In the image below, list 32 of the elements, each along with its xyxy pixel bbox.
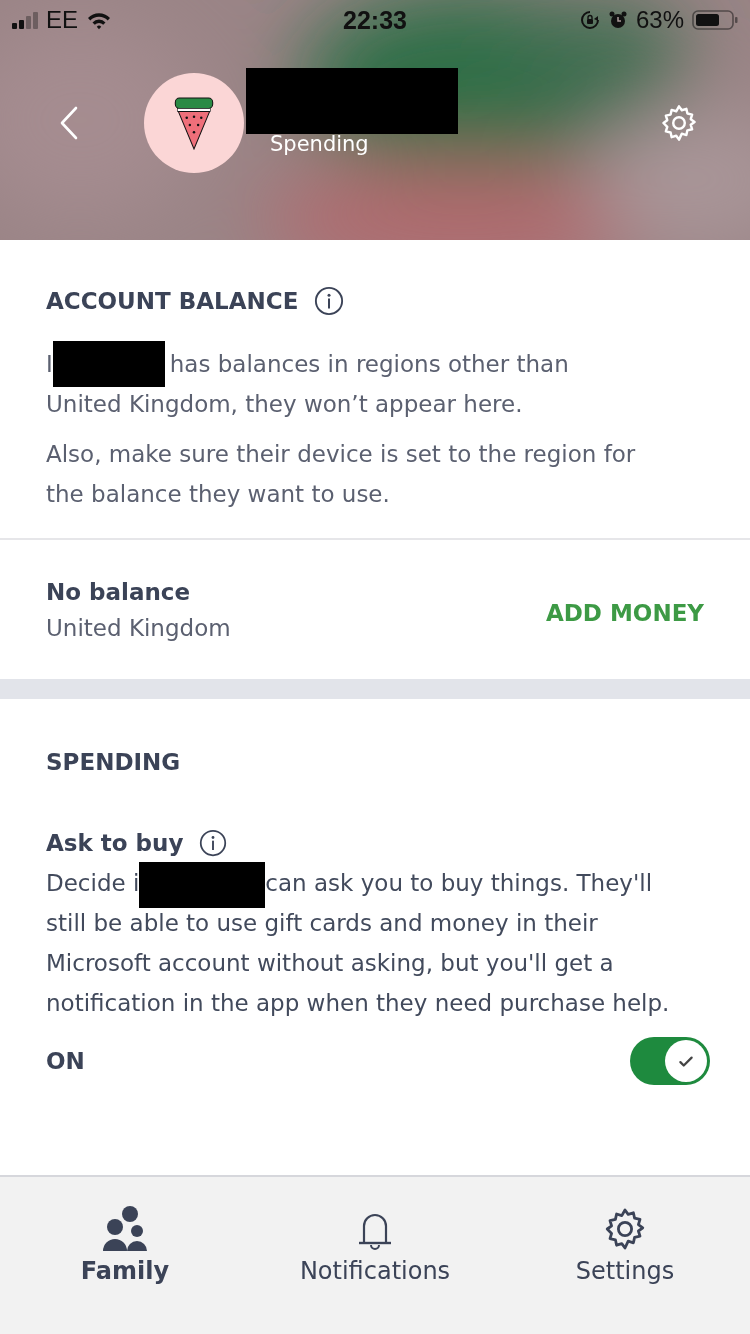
region-label: United Kingdom xyxy=(46,614,231,641)
check-icon xyxy=(677,1053,695,1069)
add-money-button[interactable]: ADD MONEY xyxy=(545,599,704,626)
section-title: SPENDING xyxy=(46,749,182,775)
clock-time: 22:33 xyxy=(343,5,407,35)
info-icon[interactable] xyxy=(314,286,345,316)
tab-item[interactable]: Family xyxy=(0,1205,250,1334)
wifi-icon xyxy=(86,10,112,30)
paragraph-text: I xyxy=(46,350,53,379)
rotation-lock-icon xyxy=(579,10,600,30)
toggle-state-label: ON xyxy=(46,1048,85,1074)
toggle-switch[interactable] xyxy=(630,1037,710,1085)
people-icon xyxy=(101,1205,149,1253)
paragraph-text: has balances in regions other than xyxy=(169,350,569,379)
section-title: ACCOUNT BALANCE xyxy=(46,288,299,314)
balance-label: No balance xyxy=(46,578,192,605)
battery-icon xyxy=(692,10,738,30)
carrier-name: EE xyxy=(46,6,78,34)
info-icon[interactable] xyxy=(199,829,228,857)
battery-percent: 63% xyxy=(635,6,684,34)
paragraph-text: United Kingdom, they won’t appear here. xyxy=(46,390,524,419)
paragraph-text: still be able to use gift cards and money in their Microsoft account without asking, but you'll get a notification in the app when they need purchase help. xyxy=(46,909,671,1018)
paragraph-text: Also, make sure their device is set to the region for the balance they want to use. xyxy=(46,440,637,509)
setting-title: Ask to buy xyxy=(46,830,184,856)
tab-item[interactable]: Settings xyxy=(500,1205,750,1334)
paragraph-text: Decide i xyxy=(46,869,140,898)
watermelon-icon xyxy=(173,96,215,150)
tab-item[interactable]: Notifications xyxy=(250,1205,500,1334)
signal-icon xyxy=(12,11,38,29)
alarm-icon xyxy=(607,10,628,30)
profile-subtitle: Spending xyxy=(270,132,370,156)
paragraph-text: can ask you to buy things. They'll xyxy=(265,869,653,898)
